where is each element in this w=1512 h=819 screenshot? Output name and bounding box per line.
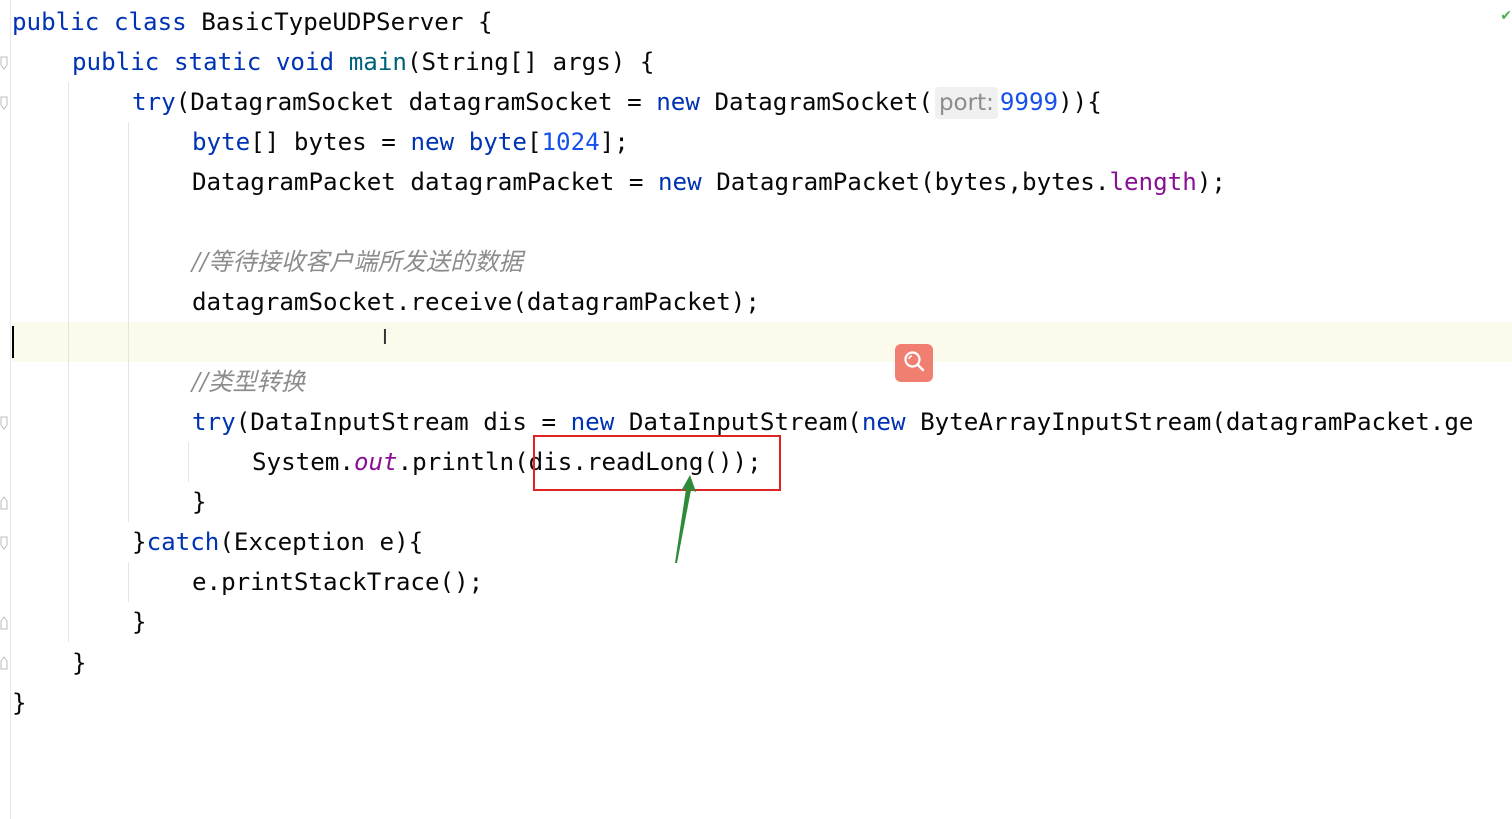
code-line-13: } (192, 488, 207, 516)
fold-marker[interactable] (0, 536, 8, 550)
parameter-hint: port: (934, 87, 998, 119)
code-line-15: e.printStackTrace(); (192, 568, 484, 596)
fold-marker[interactable] (0, 656, 8, 670)
code-editor[interactable]: public class BasicTypeUDPServer { public… (12, 0, 1512, 819)
code-line-11: try(DataInputStream dis = new DataInputS… (192, 408, 1474, 436)
code-line-3: try(DatagramSocket datagramSocket = new … (132, 82, 1102, 122)
fold-marker[interactable] (0, 616, 8, 630)
code-line-8: datagramSocket.receive(datagramPacket); (192, 288, 760, 316)
code-line-14: }catch(Exception e){ (132, 528, 424, 556)
search-button[interactable] (895, 344, 933, 382)
fold-marker[interactable] (0, 96, 8, 110)
fold-marker[interactable] (0, 416, 8, 430)
code-line-16: } (132, 608, 147, 636)
fold-marker[interactable] (0, 56, 8, 70)
code-line-18: } (12, 689, 27, 717)
fold-marker[interactable] (0, 496, 8, 510)
code-line-2: public static void main(String[] args) { (72, 48, 655, 76)
search-icon (902, 349, 926, 377)
code-line-4: byte[] bytes = new byte[1024]; (192, 128, 629, 156)
checkmark-icon: ✔ (1500, 8, 1512, 24)
code-comment-receive: //等待接收客户端所发送的数据 (192, 248, 523, 276)
mouse-ibeam-cursor-icon: I (382, 325, 388, 349)
editor-gutter (0, 0, 11, 819)
code-line-5: DatagramPacket datagramPacket = new Data… (192, 168, 1226, 196)
code-line-17: } (72, 649, 87, 677)
highlight-box (533, 435, 781, 491)
code-comment-convert: //类型转换 (192, 368, 306, 396)
code-line-1: public class BasicTypeUDPServer { (12, 8, 493, 36)
annotation-arrow (660, 470, 700, 574)
